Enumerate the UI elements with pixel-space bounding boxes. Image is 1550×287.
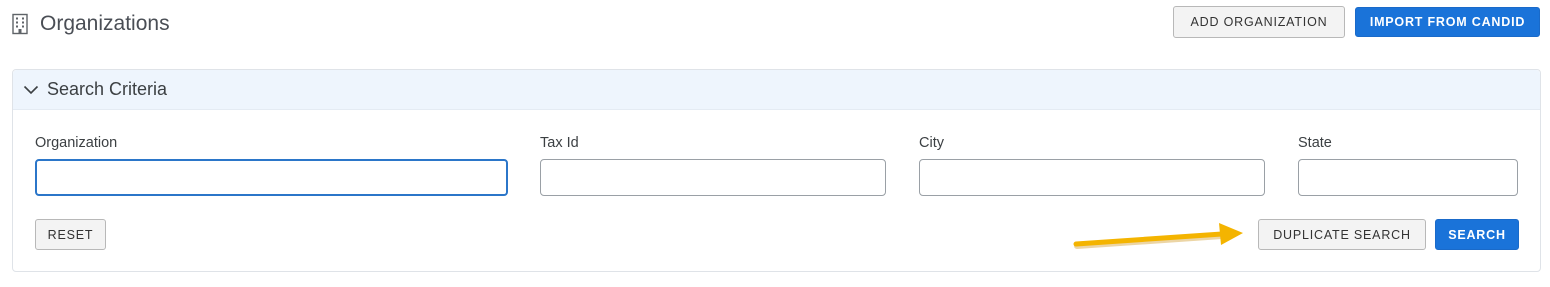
search-criteria-panel: Search Criteria Organization Tax Id City… — [12, 69, 1541, 272]
organization-input[interactable] — [35, 159, 508, 196]
city-input[interactable] — [919, 159, 1265, 196]
import-from-candid-button[interactable]: IMPORT FROM CANDID — [1355, 7, 1540, 37]
reset-button[interactable]: RESET — [35, 219, 106, 250]
state-label: State — [1298, 135, 1332, 151]
search-criteria-title: Search Criteria — [47, 79, 168, 99]
tax-id-label: Tax Id — [540, 135, 579, 151]
add-organization-button[interactable]: ADD ORGANIZATION — [1173, 6, 1345, 38]
organizations-page: Organizations ADD ORGANIZATION IMPORT FR… — [0, 0, 1550, 287]
building-icon — [11, 13, 29, 35]
duplicate-search-button[interactable]: DUPLICATE SEARCH — [1258, 219, 1426, 250]
city-label: City — [919, 135, 944, 151]
search-criteria-header[interactable]: Search Criteria — [13, 70, 1540, 110]
chevron-down-icon[interactable] — [23, 83, 39, 95]
page-title: Organizations — [40, 12, 170, 35]
tax-id-input[interactable] — [540, 159, 886, 196]
organization-label: Organization — [35, 135, 118, 151]
search-button[interactable]: SEARCH — [1435, 219, 1519, 250]
state-input[interactable] — [1298, 159, 1518, 196]
